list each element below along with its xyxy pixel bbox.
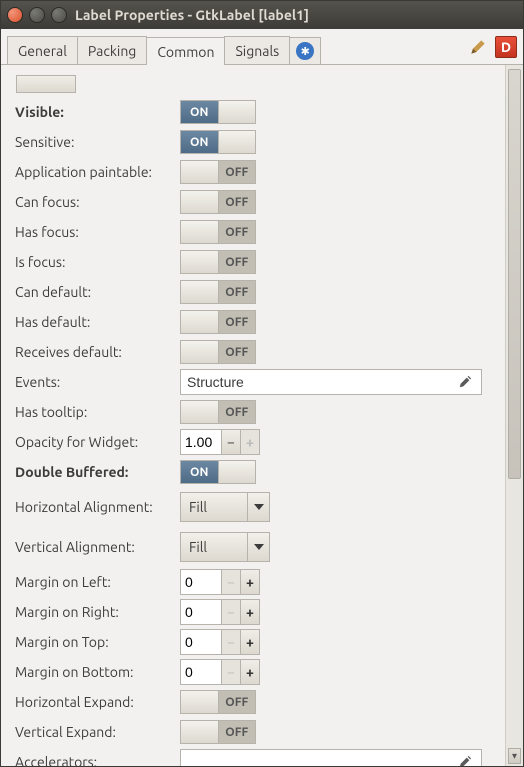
tab-packing[interactable]: Packing [77, 36, 147, 64]
window: Label Properties - GtkLabel [label1] Gen… [0, 0, 524, 767]
chevron-down-icon [247, 533, 269, 561]
label-has-tooltip: Has tooltip: [15, 404, 180, 420]
step-up-icon[interactable]: + [240, 570, 259, 594]
toggle-has-tooltip[interactable]: ON OFF [180, 400, 256, 424]
margin-left-input[interactable] [181, 570, 221, 594]
events-input[interactable] [187, 374, 455, 390]
toggle-can-default[interactable]: ON OFF [180, 280, 256, 304]
opacity-input[interactable] [181, 430, 221, 454]
scroll-down-icon[interactable]: ▾ [508, 748, 521, 764]
step-down-icon[interactable]: − [221, 570, 240, 594]
label-app-paintable: Application paintable: [15, 164, 180, 180]
label-receives-default: Receives default: [15, 344, 180, 360]
scroll-thumb[interactable] [508, 69, 521, 479]
halign-value: Fill [181, 493, 247, 521]
edit-icon[interactable] [455, 752, 475, 766]
toggle-has-default[interactable]: ON OFF [180, 310, 256, 334]
margin-bottom-input[interactable] [181, 660, 221, 684]
toggle-has-focus[interactable]: ON OFF [180, 220, 256, 244]
label-visible: Visible: [15, 104, 180, 120]
tab-signals[interactable]: Signals [224, 36, 290, 64]
label-can-focus: Can focus: [15, 194, 180, 210]
step-down-icon[interactable]: − [221, 660, 240, 684]
toggle-can-focus[interactable]: ON OFF [180, 190, 256, 214]
halign-combo[interactable]: Fill [180, 492, 270, 522]
toolbar-right: D [467, 33, 517, 64]
label-valign: Vertical Alignment: [15, 539, 180, 555]
toggle-app-paintable[interactable]: ON OFF [180, 160, 256, 184]
tabs: General Packing Common Signals ✱ [7, 33, 467, 64]
tab-common[interactable]: Common [146, 37, 225, 65]
tab-bar: General Packing Common Signals ✱ D [1, 29, 523, 65]
label-double-buffered: Double Buffered: [15, 464, 180, 480]
devhelp-icon[interactable]: D [495, 36, 517, 58]
on-text: ON [181, 101, 218, 123]
step-up-icon[interactable]: + [240, 600, 259, 624]
toggle-is-focus[interactable]: ON OFF [180, 250, 256, 274]
toggle-hexpand[interactable]: ON OFF [180, 690, 256, 714]
margin-bottom-spin[interactable]: − + [180, 659, 260, 685]
label-can-default: Can default: [15, 284, 180, 300]
label-has-focus: Has focus: [15, 224, 180, 240]
titlebar: Label Properties - GtkLabel [label1] [1, 1, 523, 29]
content-area: Visible: ON OFF Sensitive: ON OFF Applic… [1, 65, 523, 766]
minimize-icon[interactable] [29, 7, 45, 23]
label-halign: Horizontal Alignment: [15, 499, 180, 515]
label-events: Events: [15, 374, 180, 390]
toggle-visible[interactable]: ON OFF [180, 100, 256, 124]
tab-accessibility[interactable]: ✱ [289, 37, 321, 65]
label-accelerators: Accelerators: [15, 754, 180, 766]
label-opacity: Opacity for Widget: [15, 434, 180, 450]
edit-icon[interactable] [455, 372, 475, 392]
label-is-focus: Is focus: [15, 254, 180, 270]
vertical-scrollbar[interactable]: ▾ [505, 65, 523, 766]
window-buttons [7, 7, 67, 23]
maximize-icon[interactable] [51, 7, 67, 23]
accessibility-icon: ✱ [296, 42, 314, 60]
label-has-default: Has default: [15, 314, 180, 330]
margin-right-spin[interactable]: − + [180, 599, 260, 625]
toggle-receives-default[interactable]: ON OFF [180, 340, 256, 364]
margin-top-spin[interactable]: − + [180, 629, 260, 655]
window-title: Label Properties - GtkLabel [label1] [75, 7, 309, 23]
opacity-spin[interactable]: − + [180, 429, 260, 455]
label-margin-top: Margin on Top: [15, 634, 180, 650]
valign-combo[interactable]: Fill [180, 532, 270, 562]
toggle-vexpand[interactable]: ON OFF [180, 720, 256, 744]
accelerators-entry[interactable] [180, 749, 482, 766]
label-sensitive: Sensitive: [15, 134, 180, 150]
margin-left-spin[interactable]: − + [180, 569, 260, 595]
label-margin-bottom: Margin on Bottom: [15, 664, 180, 680]
close-icon[interactable] [7, 7, 23, 23]
properties-panel: Visible: ON OFF Sensitive: ON OFF Applic… [1, 65, 505, 766]
margin-top-input[interactable] [181, 630, 221, 654]
label-hexpand: Horizontal Expand: [15, 694, 180, 710]
toggle-sensitive[interactable]: ON OFF [180, 130, 256, 154]
label-margin-left: Margin on Left: [15, 574, 180, 590]
field-stub [16, 75, 76, 93]
step-up-icon[interactable]: + [240, 430, 259, 454]
label-margin-right: Margin on Right: [15, 604, 180, 620]
toggle-double-buffered[interactable]: ON OFF [180, 460, 256, 484]
valign-value: Fill [181, 533, 247, 561]
step-down-icon[interactable]: − [221, 600, 240, 624]
accelerators-input[interactable] [187, 754, 455, 766]
clear-icon[interactable] [467, 36, 489, 58]
chevron-down-icon [247, 493, 269, 521]
label-vexpand: Vertical Expand: [15, 724, 180, 740]
step-up-icon[interactable]: + [240, 630, 259, 654]
off-text: OFF [218, 101, 256, 123]
events-entry[interactable] [180, 369, 482, 395]
step-up-icon[interactable]: + [240, 660, 259, 684]
step-down-icon[interactable]: − [221, 630, 240, 654]
margin-right-input[interactable] [181, 600, 221, 624]
tab-general[interactable]: General [7, 36, 78, 64]
step-down-icon[interactable]: − [221, 430, 240, 454]
